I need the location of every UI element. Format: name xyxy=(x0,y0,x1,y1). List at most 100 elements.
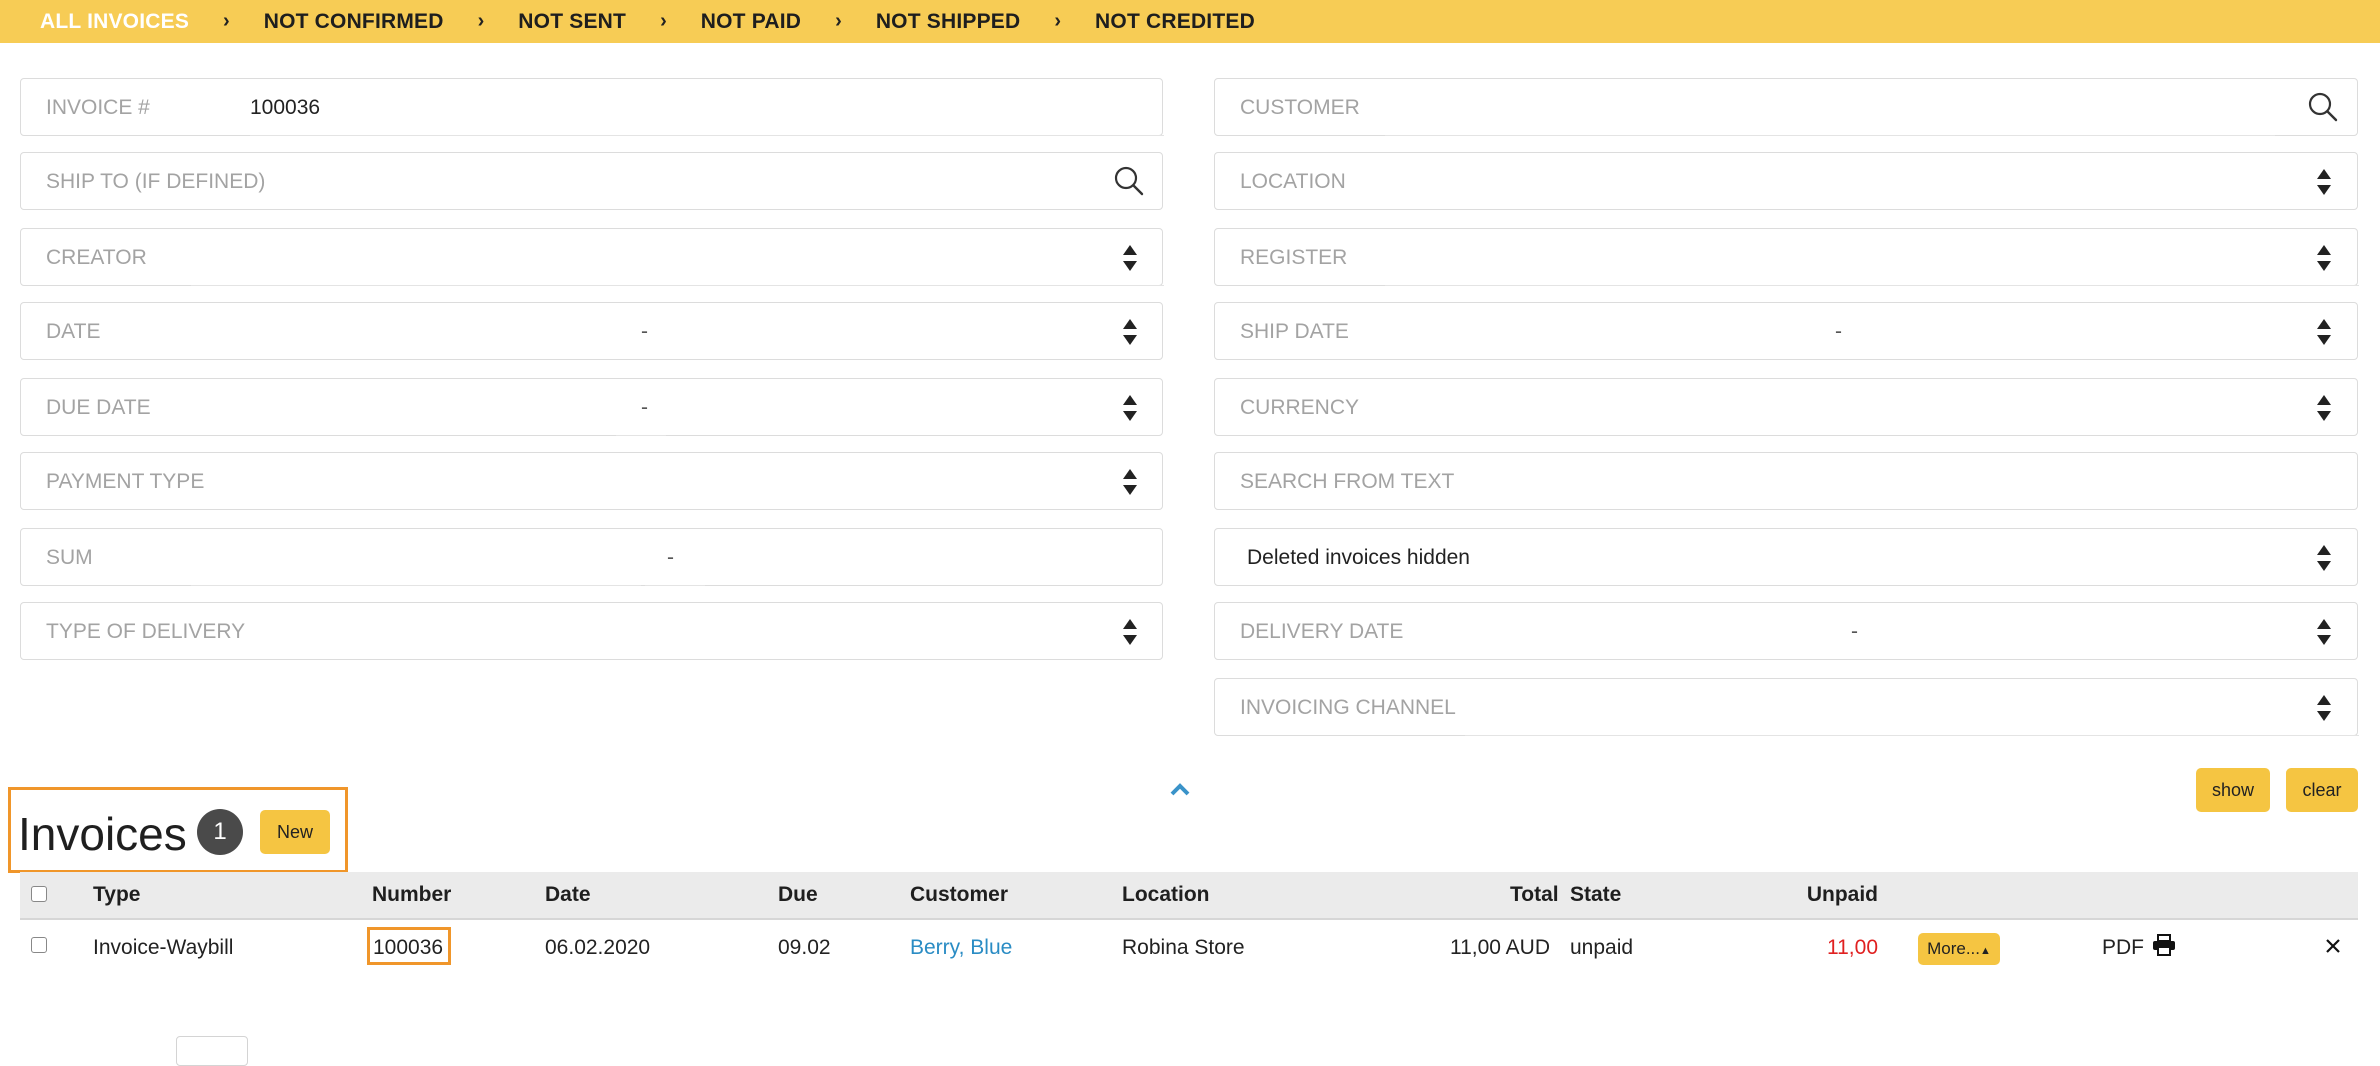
invoice-number[interactable]: 100036 xyxy=(373,933,443,963)
sort-icon xyxy=(2317,169,2331,195)
select-all-checkbox[interactable] xyxy=(31,886,47,902)
type-of-delivery-select[interactable]: TYPE OF DELIVERY xyxy=(20,602,1163,660)
tab-separator: › xyxy=(835,10,842,32)
invoice-number-field[interactable]: INVOICE # 100036 xyxy=(20,78,1164,137)
tab-not-sent[interactable]: NOT SENT xyxy=(518,10,626,34)
page-size-select[interactable] xyxy=(176,1036,248,1066)
payment-type-label: PAYMENT TYPE xyxy=(46,470,205,493)
sort-icon xyxy=(2317,319,2331,345)
column-header-customer[interactable]: Customer xyxy=(910,872,1008,918)
tab-separator: › xyxy=(477,10,485,32)
column-header-due[interactable]: Due xyxy=(778,872,818,918)
search-icon[interactable] xyxy=(1113,165,1145,197)
sort-icon xyxy=(2317,545,2331,571)
location-label: LOCATION xyxy=(1240,170,1346,193)
invoice-due: 09.02 xyxy=(778,936,831,959)
input-underline xyxy=(616,435,666,436)
column-header-unpaid[interactable]: Unpaid xyxy=(1788,872,1878,918)
invoice-unpaid: 11,00 xyxy=(1827,936,1878,959)
due-date-label: DUE DATE xyxy=(46,396,151,419)
collapse-chevron-icon[interactable] xyxy=(1169,781,1191,797)
input-underline xyxy=(1385,135,2275,136)
input-underline xyxy=(1465,735,2359,736)
clear-button[interactable]: clear xyxy=(2286,768,2358,812)
show-button[interactable]: show xyxy=(2196,768,2270,812)
sort-icon xyxy=(1123,395,1137,421)
invoice-status-tabs: ALL INVOICES › NOT CONFIRMED › NOT SENT … xyxy=(0,0,2380,43)
tab-not-shipped[interactable]: NOT SHIPPED xyxy=(876,10,1021,34)
column-header-date[interactable]: Date xyxy=(545,872,591,918)
ship-date-label: SHIP DATE xyxy=(1240,320,1349,343)
column-header-state[interactable]: State xyxy=(1570,872,1621,918)
input-underline xyxy=(645,585,705,586)
customer-field[interactable]: CUSTOMER xyxy=(1214,78,2358,136)
search-icon[interactable] xyxy=(2307,91,2339,123)
sort-icon xyxy=(2317,245,2331,271)
search-from-text-input[interactable]: SEARCH FROM TEXT xyxy=(1214,452,2358,510)
invoice-type: Invoice-Waybill xyxy=(93,936,234,959)
currency-label: CURRENCY xyxy=(1240,396,1360,419)
delete-icon[interactable] xyxy=(2325,938,2341,954)
invoice-location: Robina Store xyxy=(1122,936,1245,959)
delivery-date-label: DELIVERY DATE xyxy=(1240,620,1404,643)
more-actions-label: More... xyxy=(1927,939,1980,958)
printer-icon[interactable] xyxy=(2152,934,2176,956)
due-date-range-field[interactable]: DUE DATE - xyxy=(20,378,1163,436)
tab-not-confirmed[interactable]: NOT CONFIRMED xyxy=(264,10,444,34)
column-header-total[interactable]: Total xyxy=(1510,872,1559,918)
ship-date-range-field[interactable]: SHIP DATE - xyxy=(1214,302,2358,360)
tab-separator: › xyxy=(660,10,667,32)
tab-separator: › xyxy=(1054,10,1062,32)
input-underline xyxy=(191,585,641,586)
sum-range-separator: - xyxy=(667,546,674,569)
register-label: REGISTER xyxy=(1240,246,1348,269)
invoice-total: 11,00 AUD xyxy=(1449,936,1550,959)
sort-icon xyxy=(2317,695,2331,721)
customer-link[interactable]: Berry, Blue xyxy=(910,933,1012,963)
sum-range-field[interactable]: SUM - xyxy=(20,528,1163,586)
sort-icon xyxy=(1123,319,1137,345)
date-label: DATE xyxy=(46,320,101,343)
column-header-type[interactable]: Type xyxy=(93,872,140,918)
input-underline xyxy=(191,285,1164,286)
ship-to-label: SHIP TO (IF DEFINED) xyxy=(46,170,266,193)
column-header-location[interactable]: Location xyxy=(1122,872,1210,918)
delivery-date-range-separator: - xyxy=(1851,620,1858,643)
invoice-count-badge: 1 xyxy=(197,809,243,855)
sort-icon xyxy=(1123,245,1137,271)
date-range-field[interactable]: DATE - xyxy=(20,302,1163,360)
delivery-date-range-field[interactable]: DELIVERY DATE - xyxy=(1214,602,2358,660)
tab-not-credited[interactable]: NOT CREDITED xyxy=(1095,10,1255,34)
page-title: Invoices xyxy=(18,808,187,860)
date-range-separator: - xyxy=(641,320,648,343)
deleted-invoices-value: Deleted invoices hidden xyxy=(1247,546,1470,569)
payment-type-select[interactable]: PAYMENT TYPE xyxy=(20,452,1163,510)
tab-all-invoices[interactable]: ALL INVOICES xyxy=(40,10,189,34)
new-invoice-button[interactable]: New xyxy=(260,810,330,854)
tab-separator: › xyxy=(223,10,230,32)
register-select[interactable]: REGISTER xyxy=(1214,228,2359,286)
due-date-range-separator: - xyxy=(641,396,648,419)
row-checkbox[interactable] xyxy=(31,937,47,953)
ship-date-range-separator: - xyxy=(1835,320,1842,343)
tab-not-paid[interactable]: NOT PAID xyxy=(701,10,801,34)
deleted-invoices-select[interactable]: Deleted invoices hidden xyxy=(1214,528,2358,586)
invoicing-channel-label: INVOICING CHANNEL xyxy=(1240,696,1456,719)
sort-icon xyxy=(1123,619,1137,645)
invoicing-channel-select[interactable]: INVOICING CHANNEL xyxy=(1214,678,2359,736)
ship-to-field[interactable]: SHIP TO (IF DEFINED) xyxy=(20,152,1163,210)
input-underline xyxy=(250,135,1164,136)
table-row[interactable]: Invoice-Waybill 100036 06.02.2020 09.02 … xyxy=(20,920,2358,978)
creator-select[interactable]: CREATOR xyxy=(20,228,1164,286)
customer-label: CUSTOMER xyxy=(1240,96,1360,119)
invoice-number-value[interactable]: 100036 xyxy=(250,79,320,137)
creator-label: CREATOR xyxy=(46,246,147,269)
invoice-number-label: INVOICE # xyxy=(46,96,150,119)
invoice-date: 06.02.2020 xyxy=(545,936,651,959)
more-actions-button[interactable]: More...▲ xyxy=(1918,933,2000,965)
currency-select[interactable]: CURRENCY xyxy=(1214,378,2358,436)
type-of-delivery-label: TYPE OF DELIVERY xyxy=(46,620,246,643)
pdf-link[interactable]: PDF xyxy=(2102,933,2144,963)
location-select[interactable]: LOCATION xyxy=(1214,152,2358,210)
column-header-number[interactable]: Number xyxy=(372,872,451,918)
